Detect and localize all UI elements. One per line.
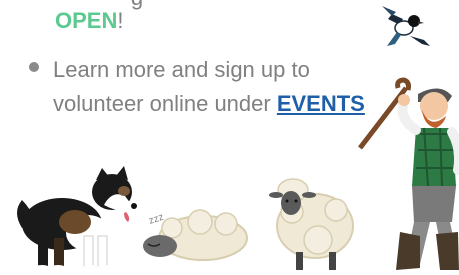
shepherd-icon [358,77,459,270]
farm-illustration: zzz [17,6,459,273]
sheepdog-icon [17,166,137,273]
sheep-icon [269,178,354,270]
sleeping-sheep-icon: zzz [143,209,248,261]
magpie-icon [382,6,430,46]
